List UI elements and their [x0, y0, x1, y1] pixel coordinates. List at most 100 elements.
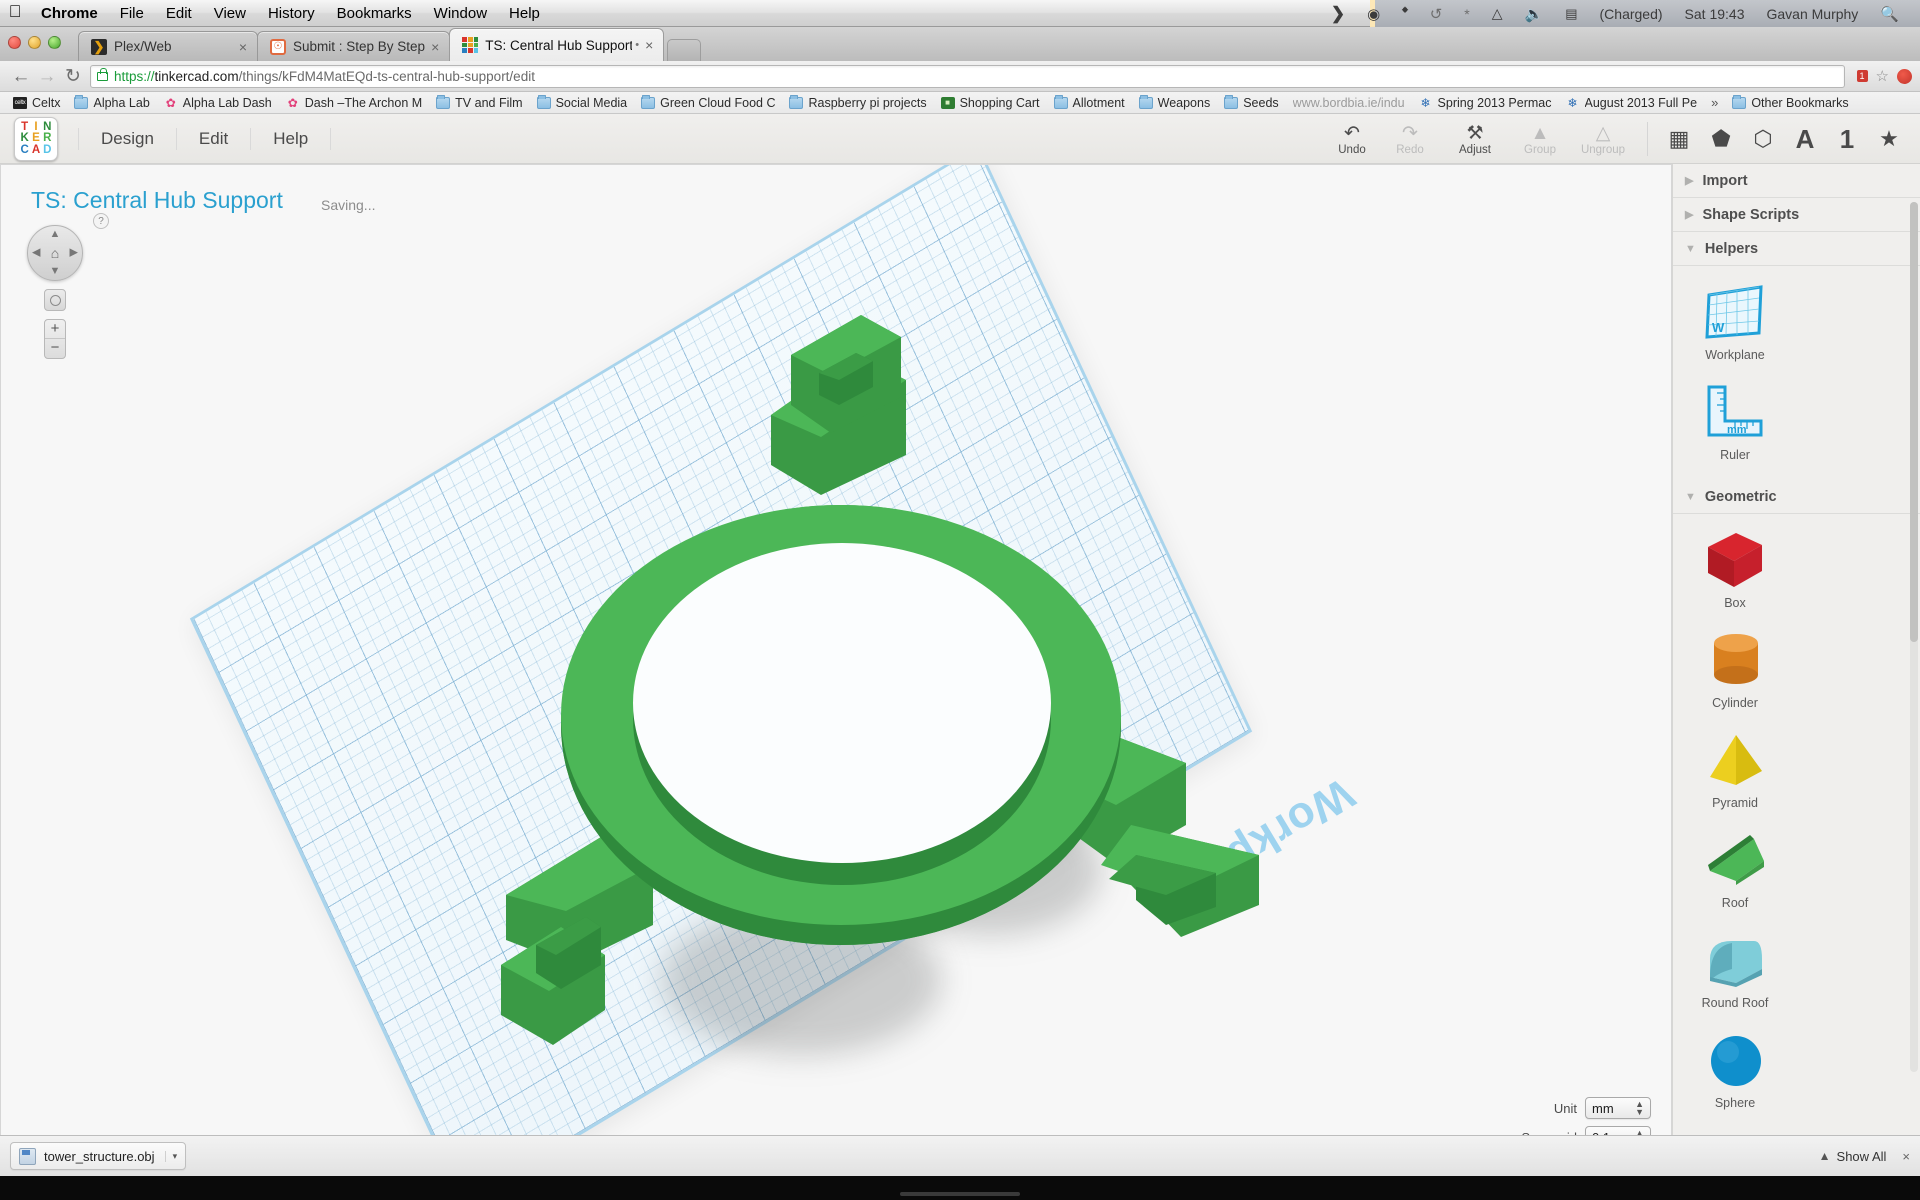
bookmark-august-2013-full[interactable]: ❄ August 2013 Full Pe: [1559, 96, 1705, 110]
window-resize-grip[interactable]: [900, 1192, 1020, 1196]
tab-close-icon[interactable]: ×: [431, 40, 439, 54]
shape-pyramid[interactable]: Pyramid: [1673, 724, 1797, 824]
tinkercad-logo[interactable]: T I N K E R C A D: [14, 116, 58, 161]
bookmark-bordbia[interactable]: www.bordbia.ie/indu: [1286, 96, 1412, 110]
sidebar-scrollbar[interactable]: [1910, 202, 1918, 1072]
sidebar-section-shape-scripts[interactable]: ▶ Shape Scripts: [1673, 198, 1920, 232]
window-close-button[interactable]: [8, 36, 21, 49]
tab-close-icon[interactable]: ×: [645, 38, 653, 52]
shape-workplane[interactable]: W Workplane: [1673, 276, 1797, 376]
tab-plex-web[interactable]: ❯ Plex/Web ×: [78, 31, 258, 61]
ungroup-button[interactable]: △ Ungroup: [1569, 114, 1637, 164]
shape-sphere[interactable]: Sphere: [1673, 1024, 1797, 1124]
shape-ruler[interactable]: mm Ruler: [1673, 376, 1797, 476]
view-orbit-disc[interactable]: ▲ ▼ ◀ ▶ ⌂: [27, 225, 83, 281]
extension-badge[interactable]: 1: [1856, 70, 1868, 82]
menu-bookmarks[interactable]: Bookmarks: [326, 0, 423, 26]
dropbox-icon[interactable]: ◉: [1356, 0, 1391, 27]
sidebar-section-geometric[interactable]: ▼ Geometric: [1673, 480, 1920, 514]
menu-window[interactable]: Window: [423, 0, 498, 26]
spotlight-search-icon[interactable]: 🔍: [1869, 0, 1910, 27]
reload-button[interactable]: ↻: [60, 67, 86, 86]
sidebar-section-helpers[interactable]: ▼ Helpers: [1673, 232, 1920, 266]
bookmark-celtx[interactable]: celtx Celtx: [6, 96, 67, 110]
bookmark-shopping-cart[interactable]: ■ Shopping Cart: [934, 96, 1047, 110]
orbit-left-icon[interactable]: ◀: [32, 247, 40, 259]
menu-file[interactable]: File: [109, 0, 155, 26]
menu-edit[interactable]: Edit: [177, 127, 252, 150]
show-all-downloads-button[interactable]: ▲ Show All: [1819, 1149, 1893, 1164]
adjust-button[interactable]: ⚒ Adjust: [1439, 114, 1511, 164]
fit-to-view-button[interactable]: [44, 289, 66, 311]
menu-design[interactable]: Design: [78, 127, 177, 150]
bookmark-raspberry-pi-projects[interactable]: Raspberry pi projects: [782, 94, 933, 110]
redo-button[interactable]: ↷ Redo: [1381, 114, 1439, 164]
shape-roof[interactable]: Roof: [1673, 824, 1797, 924]
solid-view-icon[interactable]: ⬟: [1706, 124, 1736, 154]
window-minimize-button[interactable]: [28, 36, 41, 49]
battery-icon[interactable]: ▤: [1554, 0, 1588, 27]
address-bar[interactable]: https:// tinkercad.com /things/kFdM4MatE…: [90, 64, 1845, 88]
download-item[interactable]: tower_structure.obj ▾: [10, 1142, 187, 1170]
zoom-out-button[interactable]: −: [45, 339, 65, 358]
bookmark-alpha-lab[interactable]: Alpha Lab: [67, 94, 156, 110]
close-downloads-bar-button[interactable]: ×: [1892, 1149, 1910, 1164]
orbit-right-icon[interactable]: ▶: [70, 247, 78, 259]
shape-round-roof[interactable]: Round Roof: [1673, 924, 1797, 1024]
sidebar-section-import[interactable]: ▶ Import: [1673, 164, 1920, 198]
menu-view[interactable]: View: [203, 0, 257, 26]
adobe-icon[interactable]: 𝄌: [1391, 0, 1419, 27]
bookmark-social-media[interactable]: Social Media: [530, 94, 635, 110]
download-menu-arrow-icon[interactable]: ▾: [164, 1150, 182, 1162]
volume-icon[interactable]: 🔈: [1514, 0, 1555, 27]
bookmark-other-bookmarks[interactable]: Other Bookmarks: [1725, 94, 1855, 110]
bookmark-green-cloud-food[interactable]: Green Cloud Food C: [634, 94, 782, 110]
apple-logo-icon[interactable]: : [0, 3, 30, 20]
menu-help[interactable]: Help: [251, 127, 332, 150]
chevron-right-icon[interactable]: ❯: [1320, 0, 1356, 27]
menu-history[interactable]: History: [257, 0, 326, 26]
bookmark-alpha-lab-dash[interactable]: ✿ Alpha Lab Dash: [157, 96, 279, 110]
tab-close-icon[interactable]: ×: [239, 40, 247, 54]
undo-button[interactable]: ↶ Undo: [1323, 114, 1381, 164]
bookmark-tv-and-film[interactable]: TV and Film: [429, 94, 529, 110]
bluetooth-icon[interactable]: *: [1453, 0, 1480, 27]
workplane-grid[interactable]: [189, 165, 1253, 1173]
window-maximize-button[interactable]: [48, 36, 61, 49]
bookmark-weapons[interactable]: Weapons: [1132, 94, 1218, 110]
new-tab-button[interactable]: [667, 39, 702, 61]
wireframe-view-icon[interactable]: ⬡: [1748, 124, 1778, 154]
design-title[interactable]: TS: Central Hub Support: [31, 187, 283, 214]
scrollbar-thumb[interactable]: [1910, 202, 1918, 642]
orbit-down-icon[interactable]: ▼: [50, 266, 61, 277]
bookmark-seeds[interactable]: Seeds: [1217, 94, 1285, 110]
bookmark-allotment[interactable]: Allotment: [1047, 94, 1132, 110]
chrome-menu-icon[interactable]: [1897, 68, 1912, 84]
forward-button[interactable]: →: [34, 67, 60, 86]
home-view-icon[interactable]: ⌂: [51, 245, 59, 261]
bookmarks-overflow-button[interactable]: »: [1704, 95, 1725, 110]
menu-edit[interactable]: Edit: [155, 0, 203, 26]
bookmark-dash-the-archon[interactable]: ✿ Dash –The Archon M: [279, 96, 429, 110]
help-icon[interactable]: ?: [93, 213, 109, 229]
group-button[interactable]: ▲ Group: [1511, 114, 1569, 164]
clock[interactable]: Sat 19:43: [1674, 0, 1756, 27]
time-machine-icon[interactable]: ↺: [1419, 0, 1454, 27]
back-button[interactable]: ←: [8, 67, 34, 86]
tab-ts-central-hub-support[interactable]: TS: Central Hub Support • ×: [449, 28, 665, 61]
user-name[interactable]: Gavan Murphy: [1755, 0, 1869, 27]
zoom-in-button[interactable]: +: [45, 320, 65, 339]
menu-help[interactable]: Help: [498, 0, 551, 26]
orbit-up-icon[interactable]: ▲: [50, 229, 61, 240]
tab-submit-step-by-step[interactable]: ☉ Submit : Step By Step ×: [257, 31, 451, 61]
shape-box[interactable]: Box: [1673, 524, 1797, 624]
unit-select[interactable]: mm ▲ ▼: [1585, 1097, 1651, 1119]
bookmark-spring-2013-permaculture[interactable]: ❄ Spring 2013 Permac: [1412, 96, 1559, 110]
text-icon[interactable]: A: [1790, 124, 1820, 154]
grid-view-icon[interactable]: ▦: [1664, 124, 1694, 154]
number-icon[interactable]: 1: [1832, 124, 1862, 154]
menu-chrome[interactable]: Chrome: [30, 0, 109, 26]
bookmark-star-icon[interactable]: ☆: [1876, 67, 1889, 85]
favorite-icon[interactable]: ★: [1874, 124, 1904, 154]
design-canvas[interactable]: Workplane TS: Central Hub Support Saving…: [0, 164, 1672, 1174]
